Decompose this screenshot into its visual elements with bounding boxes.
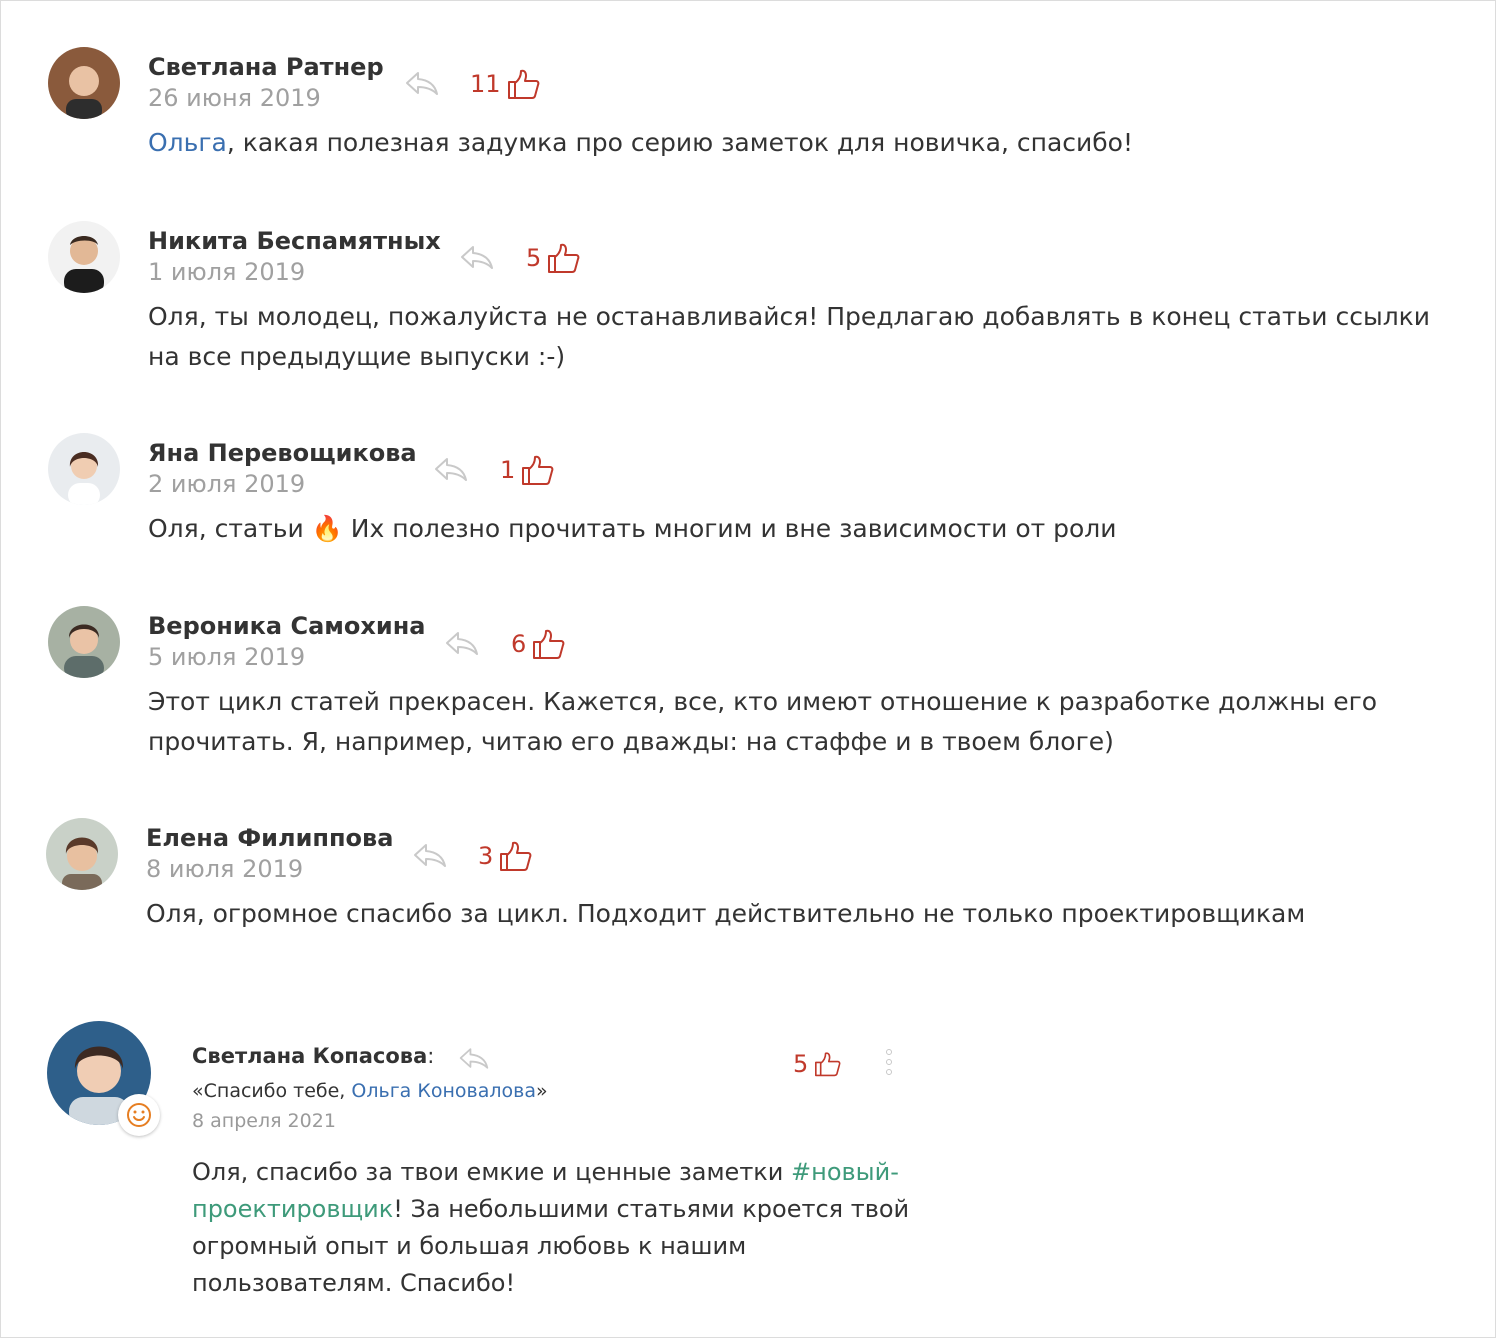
reply-button[interactable] [412, 842, 448, 868]
author-name[interactable]: Светлана Копасова: [192, 1044, 434, 1068]
quote-text: » [535, 1080, 548, 1102]
avatar[interactable] [48, 221, 120, 293]
author-name[interactable]: Светлана Ратнер [148, 52, 384, 82]
reply-button[interactable] [458, 1046, 490, 1070]
like-button[interactable]: 6 [511, 628, 566, 660]
card-text-body: Оля, спасибо за твои емкие и ценные заме… [192, 1158, 792, 1186]
reply-arrow-icon [406, 72, 438, 95]
smile-badge [118, 1094, 160, 1136]
comment-text: Ольга, какая полезная задумка про серию … [148, 123, 1468, 163]
thumbs-up-icon [500, 841, 532, 871]
comment-text-body: Их полезно прочитать многим и вне зависи… [342, 514, 1117, 543]
reply-button[interactable] [433, 456, 469, 482]
like-button[interactable]: 3 [478, 840, 533, 872]
reply-arrow-icon [414, 844, 446, 867]
avatar[interactable] [48, 433, 120, 505]
card-text: Оля, спасибо за твои емкие и ценные заме… [192, 1154, 912, 1302]
avatar[interactable] [48, 47, 120, 119]
comment-date: 2 июля 2019 [148, 470, 306, 498]
like-button[interactable]: 11 [470, 68, 541, 100]
mention-link[interactable]: Ольга [148, 128, 227, 157]
comment-date: 26 июня 2019 [148, 84, 321, 112]
fire-emoji-icon: 🔥 [311, 514, 343, 543]
like-button[interactable]: 5 [526, 242, 581, 274]
comment-text: Оля, статьи 🔥 Их полезно прочитать многи… [148, 509, 1468, 549]
like-button[interactable]: 5 [793, 1049, 842, 1079]
comment-text: Этот цикл статей прекрасен. Кажется, все… [148, 687, 1378, 756]
comment-date: 5 июля 2019 [148, 643, 306, 671]
thanks-quote: «Спасибо тебе, Ольга Коновалова» [192, 1080, 548, 1102]
like-count: 5 [793, 1050, 809, 1078]
thumbs-up-icon [522, 455, 554, 485]
author-name[interactable]: Вероника Самохина [148, 611, 425, 641]
smile-icon [127, 1103, 151, 1127]
reply-arrow-icon [435, 458, 467, 481]
reply-arrow-icon [459, 1048, 489, 1069]
kebab-menu-icon[interactable] [884, 1049, 894, 1083]
thumbs-up-icon [815, 1052, 841, 1077]
quote-text: «Спасибо тебе, [192, 1080, 352, 1102]
reply-button[interactable] [404, 70, 440, 96]
avatar[interactable] [48, 606, 120, 678]
thumbs-up-icon [548, 243, 580, 273]
author-name-text: Светлана Копасова [192, 1044, 428, 1068]
like-count: 1 [500, 456, 516, 484]
author-name[interactable]: Елена Филиппова [146, 823, 393, 853]
recipient-link[interactable]: Ольга Коновалова [351, 1080, 536, 1102]
like-count: 5 [526, 244, 542, 272]
author-name[interactable]: Никита Беспамятных [148, 226, 441, 256]
reply-button[interactable] [444, 630, 480, 656]
comment-text: Оля, огромное спасибо за цикл. Подходит … [146, 899, 1306, 928]
colon: : [427, 1044, 435, 1068]
author-name[interactable]: Яна Перевощикова [148, 438, 417, 468]
reply-arrow-icon [461, 246, 493, 269]
comment-text: Оля, ты молодец, пожалуйста не останавли… [148, 302, 1431, 371]
like-count: 11 [470, 70, 501, 98]
reply-button[interactable] [459, 244, 495, 270]
reply-arrow-icon [446, 632, 478, 655]
comment-text-body: , какая полезная задумка про серию замет… [226, 128, 1133, 157]
comment-date: 1 июля 2019 [148, 258, 306, 286]
like-count: 6 [511, 630, 527, 658]
thumbs-up-icon [507, 69, 539, 99]
comment-text-body: Оля, статьи [148, 514, 312, 543]
like-button[interactable]: 1 [500, 454, 555, 486]
comment-date: 8 апреля 2021 [192, 1110, 336, 1132]
thumbs-up-icon [533, 629, 565, 659]
comment-date: 8 июля 2019 [146, 855, 304, 883]
avatar[interactable] [46, 818, 118, 890]
like-count: 3 [478, 842, 494, 870]
